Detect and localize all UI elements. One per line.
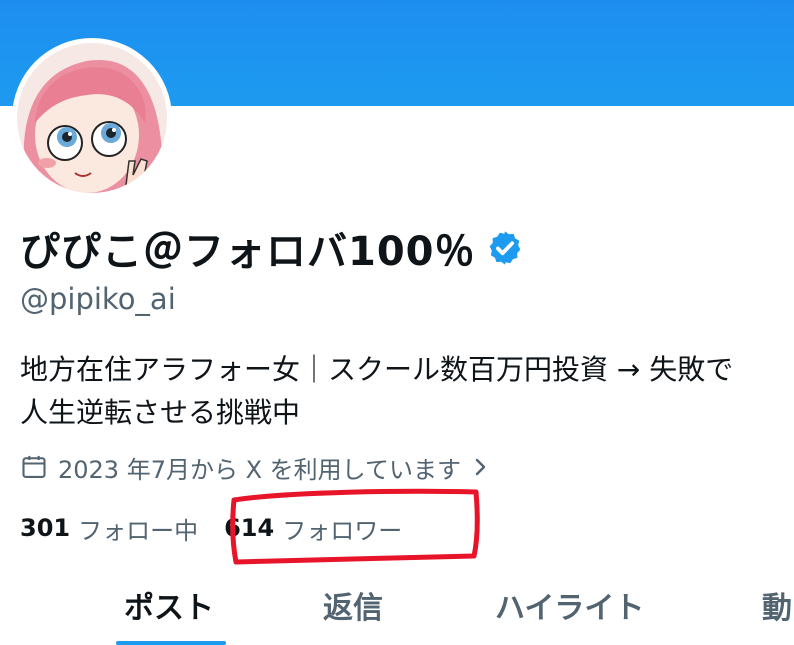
active-tab-indicator bbox=[116, 641, 226, 645]
profile-stats: 301 フォロー中 614 フォロワー bbox=[20, 508, 402, 548]
following-link[interactable]: 301 フォロー中 bbox=[20, 511, 198, 546]
chevron-right-icon bbox=[475, 458, 486, 476]
avatar-illustration bbox=[17, 43, 167, 193]
tab-media[interactable]: 動 bbox=[762, 583, 792, 627]
tab-highlights[interactable]: ハイライト bbox=[495, 583, 644, 627]
user-handle: @pipiko_ai bbox=[20, 282, 176, 316]
profile-bio: 地方在住アラフォー女｜スクール数百万円投資 → 失敗で 人生逆転させる挑戦中 bbox=[20, 348, 794, 434]
tab-replies[interactable]: 返信 bbox=[323, 583, 383, 627]
display-name: ぴぴこ＠フォロバ100％ bbox=[20, 229, 476, 275]
followers-label: フォロワー bbox=[282, 516, 403, 545]
profile-tabs: ポスト 返信 ハイライト 動 bbox=[0, 575, 794, 645]
joined-date[interactable]: 2023 年7月から X を利用しています bbox=[20, 448, 491, 486]
bio-line: 人生逆転させる挑戦中 bbox=[20, 396, 301, 429]
avatar[interactable] bbox=[17, 43, 167, 193]
bio-line: 地方在住アラフォー女｜スクール数百万円投資 → 失敗で bbox=[20, 353, 734, 386]
followers-count: 614 bbox=[224, 514, 275, 542]
following-count: 301 bbox=[20, 514, 71, 542]
calendar-icon bbox=[22, 455, 46, 478]
joined-text: 2023 年7月から X を利用しています bbox=[58, 455, 461, 484]
name-row: ぴぴこ＠フォロバ100％ bbox=[20, 222, 524, 275]
following-label: フォロー中 bbox=[78, 516, 199, 545]
followers-link[interactable]: 614 フォロワー bbox=[224, 511, 402, 546]
verified-badge-icon[interactable] bbox=[486, 229, 524, 267]
tab-posts[interactable]: ポスト bbox=[124, 583, 214, 627]
